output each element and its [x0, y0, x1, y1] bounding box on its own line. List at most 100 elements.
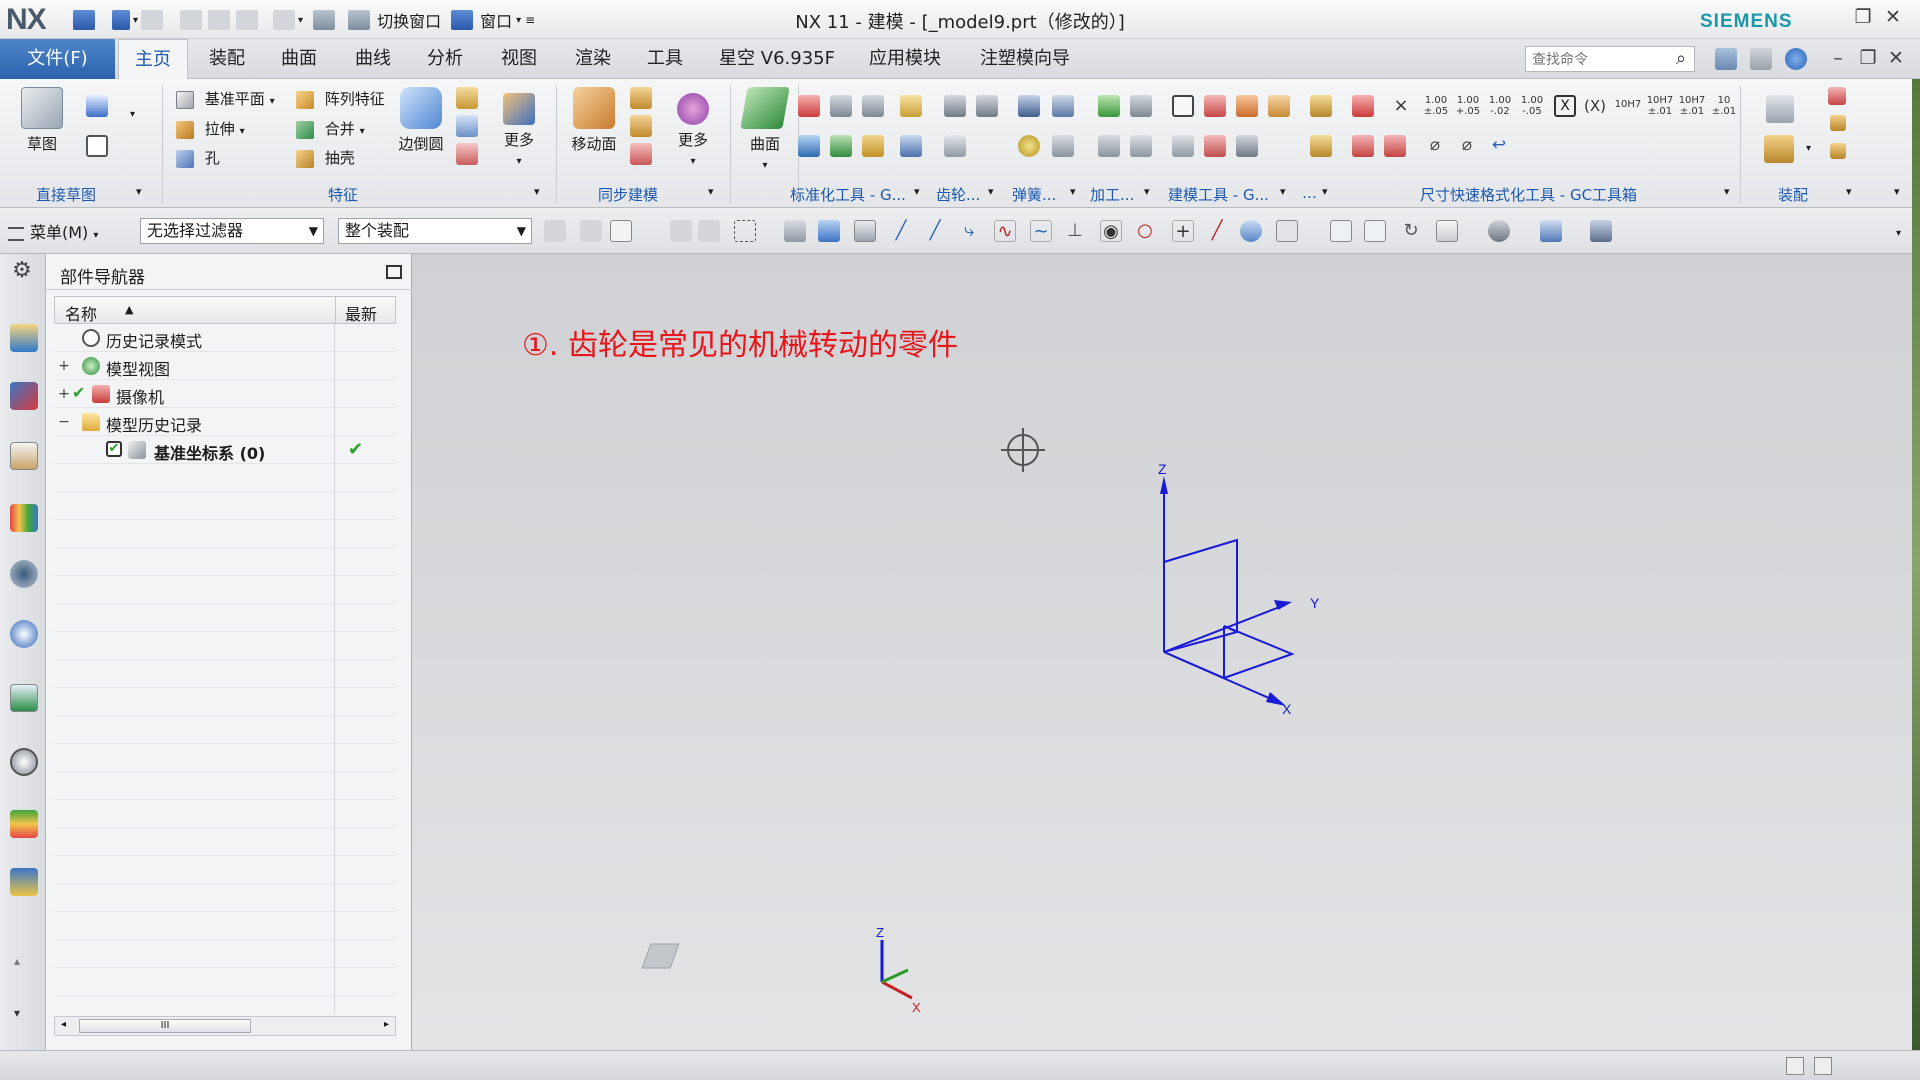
- add-component-dropdown[interactable]: ▾: [1806, 143, 1811, 154]
- selection-status-icon[interactable]: [1786, 1057, 1804, 1075]
- maximize-icon[interactable]: [386, 265, 402, 279]
- assembly-navigator-icon[interactable]: [1766, 95, 1794, 123]
- view-triad[interactable]: Z X: [641, 925, 921, 1015]
- spring-cylinder-icon[interactable]: [1018, 95, 1040, 117]
- sync-more-button[interactable]: 更多 ▾: [666, 87, 720, 168]
- model-tool-c-icon[interactable]: [1268, 95, 1290, 117]
- extrude-button[interactable]: 拉伸 ▾: [176, 117, 245, 141]
- tree-row-model-views[interactable]: + 模型视图: [54, 352, 396, 380]
- scroll-left-icon[interactable]: ◂: [61, 1019, 66, 1030]
- window-button[interactable]: 窗口: [480, 8, 512, 32]
- draft-icon[interactable]: [456, 115, 478, 137]
- group-direct-sketch-dropdown[interactable]: ▾: [136, 185, 142, 198]
- assembly-move-icon[interactable]: [1830, 115, 1846, 131]
- group-spring-dropdown[interactable]: ▾: [1070, 185, 1076, 198]
- part-navigator-tab-icon[interactable]: [10, 442, 38, 470]
- doc-close-icon[interactable]: ✕: [1883, 46, 1909, 70]
- std-tool-2-icon[interactable]: [830, 135, 852, 157]
- save-icon[interactable]: [73, 10, 95, 30]
- unite-button[interactable]: 合并 ▾: [296, 117, 365, 141]
- model-tool-a-icon[interactable]: [1204, 95, 1226, 117]
- process-studio-tab-icon[interactable]: [10, 810, 38, 838]
- snap-curve-icon[interactable]: ⤷: [958, 220, 980, 242]
- file-menu[interactable]: 文件(F): [0, 39, 115, 79]
- assembly-navigator-tab-icon[interactable]: [10, 324, 38, 352]
- navigator-horizontal-scrollbar[interactable]: ◂ III ▸: [54, 1016, 396, 1036]
- selection-filter-dropdown[interactable]: 无选择过滤器 ▼: [140, 218, 324, 244]
- assembly-pattern-icon[interactable]: [1830, 143, 1846, 159]
- column-divider[interactable]: [335, 297, 336, 323]
- gear-settings-icon[interactable]: ⚙: [10, 258, 34, 283]
- tab-render[interactable]: 渲染: [562, 39, 624, 79]
- feature-more-button[interactable]: 更多 ▾: [492, 87, 546, 168]
- assembly-tool-a-icon[interactable]: [1310, 95, 1332, 117]
- dim-tool-icon[interactable]: [1384, 135, 1406, 157]
- strip-scroll-up-icon[interactable]: ▴: [14, 954, 20, 968]
- snap-grid-icon[interactable]: [854, 220, 876, 242]
- new-dropdown-icon[interactable]: ▾: [298, 15, 303, 26]
- tree-row-model-history[interactable]: − 模型历史记录: [54, 408, 396, 436]
- datum-planes[interactable]: [1163, 490, 1295, 703]
- group-machining-dropdown[interactable]: ▾: [1144, 185, 1150, 198]
- select-feature-icon[interactable]: [544, 220, 566, 242]
- reuse-library-tab-icon[interactable]: [10, 504, 38, 532]
- undo-dropdown-icon[interactable]: ▾: [133, 15, 138, 26]
- rectangle-icon[interactable]: [86, 135, 108, 157]
- doc-minimize-icon[interactable]: –: [1825, 46, 1851, 70]
- std-grid-icon[interactable]: [862, 95, 884, 117]
- gear-tool-icon[interactable]: [900, 135, 922, 157]
- profile-icon[interactable]: [86, 95, 108, 117]
- visibility-checkbox[interactable]: ✔: [106, 441, 122, 457]
- command-search-input[interactable]: [1525, 46, 1695, 72]
- dim-format-5-button[interactable]: 10H7: [1614, 99, 1642, 110]
- trim-body-icon[interactable]: [456, 143, 478, 165]
- repeat-command-icon[interactable]: [313, 10, 336, 30]
- select-component-icon[interactable]: [818, 220, 840, 242]
- tab-tools[interactable]: 工具: [634, 39, 696, 79]
- render-style-icon[interactable]: [1488, 220, 1510, 242]
- group-model-dropdown[interactable]: ▾: [1280, 185, 1286, 198]
- tab-home[interactable]: 主页: [118, 39, 188, 80]
- tab-analysis[interactable]: 分析: [414, 39, 476, 79]
- gear-spur-icon[interactable]: [944, 95, 966, 117]
- hole-button[interactable]: 孔: [176, 146, 220, 170]
- resource-bar-icon[interactable]: [1715, 48, 1737, 70]
- orient-view-icon[interactable]: [1436, 220, 1458, 242]
- toolbar-options-dropdown[interactable]: ▾: [1896, 228, 1901, 239]
- surface-button[interactable]: 曲面 ▾: [736, 87, 794, 172]
- info-tab-icon[interactable]: [10, 620, 38, 648]
- std-tool-3-icon[interactable]: [862, 135, 884, 157]
- std-part-icon[interactable]: [798, 95, 820, 117]
- snap-spline-icon[interactable]: ∿: [994, 220, 1016, 242]
- dim-format-3-button[interactable]: 1.00 -.02: [1486, 95, 1514, 117]
- rotate-view-icon[interactable]: ↻: [1400, 220, 1422, 242]
- dim-box-x-icon[interactable]: X: [1554, 95, 1576, 117]
- group-feature-dropdown[interactable]: ▾: [534, 185, 540, 198]
- model-tool-b-icon[interactable]: [1236, 95, 1258, 117]
- window-icon[interactable]: [451, 10, 474, 30]
- dim-format-8-button[interactable]: 10 ±.01: [1710, 95, 1738, 117]
- gear-icon[interactable]: [900, 95, 922, 117]
- search-icon[interactable]: ⌕: [1676, 48, 1686, 69]
- undo-format-icon[interactable]: ↩: [1488, 135, 1510, 157]
- roles-tab-icon[interactable]: [10, 868, 38, 896]
- hd3d-tools-tab-icon[interactable]: [10, 560, 38, 588]
- ribbon-options-dropdown[interactable]: ▾: [1894, 185, 1900, 198]
- pull-face-icon[interactable]: [630, 87, 652, 109]
- assembly-constraint-icon[interactable]: [1828, 87, 1846, 105]
- snap-tangent-icon[interactable]: ╱: [1206, 220, 1228, 242]
- sketch-button[interactable]: 草图: [14, 87, 70, 154]
- gear-helix-icon[interactable]: [976, 95, 998, 117]
- model-tool-e-icon[interactable]: [1204, 135, 1226, 157]
- settings-icon[interactable]: [1750, 48, 1772, 70]
- spring-disc-icon[interactable]: [1018, 135, 1040, 157]
- triangle-tool-icon[interactable]: [1172, 95, 1194, 117]
- undo-icon[interactable]: [112, 10, 130, 30]
- switch-window-button[interactable]: 切换窗口: [377, 8, 441, 32]
- std-tool-1-icon[interactable]: [798, 135, 820, 157]
- scroll-thumb[interactable]: III: [79, 1019, 251, 1033]
- shell-button[interactable]: 抽壳: [296, 146, 355, 170]
- menu-button[interactable]: 菜单(M) ▾: [8, 219, 98, 243]
- tab-assembly[interactable]: 装配: [196, 39, 258, 79]
- paste-icon[interactable]: [236, 10, 259, 30]
